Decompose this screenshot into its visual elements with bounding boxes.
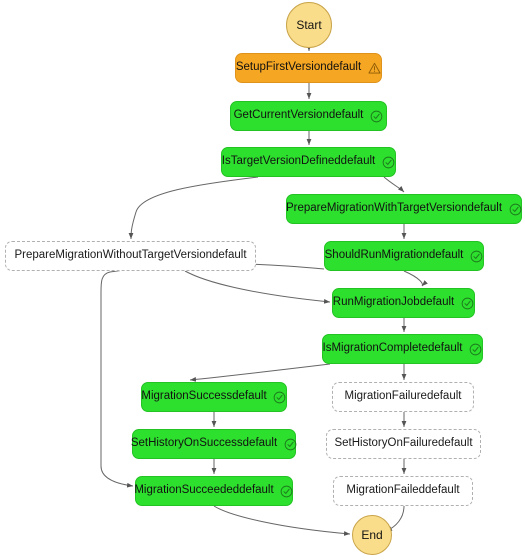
node-migration_success[interactable]: MigrationSuccessdefault [141, 382, 287, 412]
node-prepare_with_target[interactable]: PrepareMigrationWithTargetVersiondefault [286, 194, 522, 224]
check-circle-icon [508, 202, 522, 216]
node-label: MigrationSuccessdefault [141, 390, 267, 403]
node-is_migration_completed[interactable]: IsMigrationCompletedefault [322, 334, 483, 364]
check-circle-icon [280, 484, 294, 498]
node-run_migration_job[interactable]: RunMigrationJobdefault [332, 288, 475, 318]
node-label: Start [296, 18, 322, 32]
node-setup_first_version[interactable]: SetupFirstVersiondefault [235, 53, 382, 83]
node-get_current_version[interactable]: GetCurrentVersiondefault [230, 101, 387, 131]
check-circle-icon [469, 249, 483, 263]
node-label: SetHistoryOnSuccessdefault [130, 437, 278, 450]
node-set_history_on_success[interactable]: SetHistoryOnSuccessdefault [130, 429, 297, 459]
check-circle-icon [369, 109, 383, 123]
warning-triangle-icon [367, 61, 381, 75]
node-is_target_version_defined[interactable]: IsTargetVersionDefineddefault [221, 147, 396, 177]
node-end[interactable]: End [352, 515, 392, 555]
node-migration_failure[interactable]: MigrationFailuredefault [332, 382, 474, 412]
node-label: GetCurrentVersiondefault [233, 109, 364, 122]
node-prepare_without_target[interactable]: PrepareMigrationWithoutTargetVersiondefa… [5, 241, 256, 271]
edge-prepare_without_target-to-run_migration_job [184, 270, 331, 304]
node-set_history_on_failure[interactable]: SetHistoryOnFailuredefault [326, 429, 481, 459]
node-should_run_migration[interactable]: ShouldRunMigrationdefault [324, 241, 484, 271]
edge-migration_succeeded-to-end [213, 505, 351, 536]
check-circle-icon [460, 296, 474, 310]
edge-is_target_version_defined-to-prepare_without_target [128, 176, 259, 240]
edge-is_migration_completed-to-migration_success [189, 363, 331, 382]
node-label: PrepareMigrationWithoutTargetVersiondefa… [14, 249, 247, 262]
check-circle-icon [381, 155, 395, 169]
node-label: IsTargetVersionDefineddefault [221, 155, 376, 168]
edge-is_target_version_defined-to-prepare_with_target [383, 176, 405, 193]
workflow-diagram: Start SetupFirstVersiondefault GetCurrentV… [0, 0, 525, 560]
node-label: PrepareMigrationWithTargetVersiondefault [285, 202, 503, 215]
node-migration_succeeded[interactable]: MigrationSucceededdefault [134, 476, 294, 506]
node-label: ShouldRunMigrationdefault [324, 249, 464, 262]
node-label: SetupFirstVersiondefault [235, 61, 362, 74]
edge-should_run_migration-to-migration_succeeded [100, 292, 134, 488]
node-label: SetHistoryOnFailuredefault [334, 437, 473, 450]
check-circle-icon [273, 390, 287, 404]
node-start[interactable]: Start [286, 2, 332, 48]
node-label: RunMigrationJobdefault [332, 296, 455, 309]
check-circle-icon [469, 342, 483, 356]
edge-should_run_migration-to-run_migration_job [403, 270, 428, 287]
check-circle-icon [283, 437, 297, 451]
node-label: MigrationSucceededdefault [134, 484, 274, 497]
node-migration_failed[interactable]: MigrationFaileddefault [333, 476, 473, 506]
node-label: IsMigrationCompletedefault [322, 342, 463, 355]
node-label: MigrationFaileddefault [346, 484, 460, 497]
node-label: End [361, 528, 383, 542]
node-label: MigrationFailuredefault [344, 390, 462, 403]
